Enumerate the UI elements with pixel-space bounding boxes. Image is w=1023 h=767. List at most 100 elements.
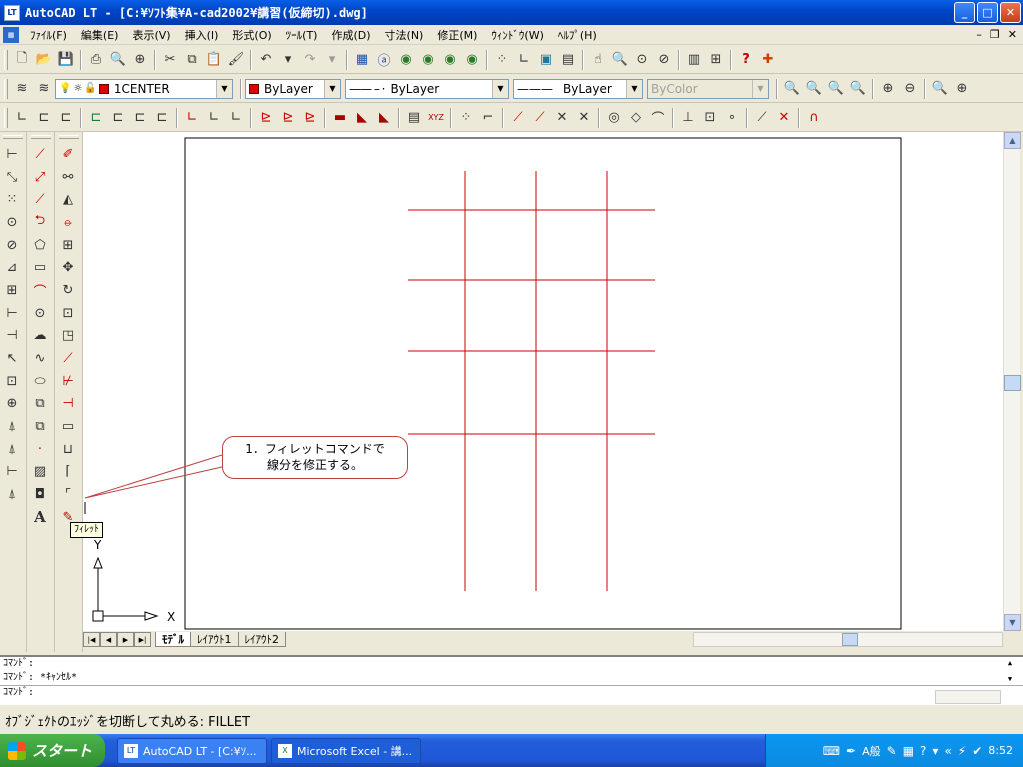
polygon-shape-icon[interactable]: ⬠ [28,234,52,257]
security-icon[interactable]: ✔ [972,744,982,758]
diameter-dimension-icon[interactable]: ⊘ [0,234,24,257]
leader-icon[interactable]: ↖ [0,347,24,370]
fillet-icon[interactable]: ⌜ [56,483,80,506]
menu-dimension[interactable]: 寸法(N) [378,27,431,43]
arc-icon[interactable]: ⌒ [28,279,52,302]
snap-tracking-icon[interactable]: ⌐ [477,107,499,129]
zoom-in-icon[interactable]: ⊕ [877,78,899,100]
snap-intersection-icon[interactable]: ✕ [551,107,573,129]
baseline-dimension-icon[interactable]: ⊢ [0,302,24,325]
web-icon-2[interactable]: ◉ [417,49,439,71]
ucs-view-icon[interactable]: ⊏ [107,107,129,129]
menu-insert[interactable]: 挿入(I) [178,27,226,43]
help-icon[interactable]: ? [735,49,757,71]
ordinate-dimension-icon[interactable]: ⁙ [0,188,24,211]
command-input-line[interactable]: ｺﾏﾝﾄﾞ: [0,685,1023,699]
tolerance-icon[interactable]: ⊡ [0,370,24,393]
zoom-previous-icon[interactable]: ⊘ [653,49,675,71]
cut-icon[interactable]: ✂ [159,49,181,71]
copy-icon[interactable]: ⧉ [181,49,203,71]
construction-line-icon[interactable]: ⤢ [28,166,52,189]
snap-insert-icon[interactable]: ⊡ [699,107,721,129]
ime-menu-icon[interactable]: ▾ [932,744,938,758]
snap-mid-icon[interactable]: ⟋ [529,107,551,129]
horizontal-scrollbar[interactable] [693,632,1003,647]
ucs-rotate-z-icon[interactable]: ⊵ [299,107,321,129]
multiline-text-icon[interactable]: A [28,506,52,529]
snap-settings-icon[interactable]: ∩ [803,107,825,129]
list-icon[interactable]: ▤ [403,107,425,129]
insert-block-icon[interactable]: ⧉ [28,393,52,416]
undo-dropdown-icon[interactable]: ▾ [277,49,299,71]
aerial-view-icon[interactable]: ▥ [683,49,705,71]
rectangle-icon[interactable]: ▭ [28,256,52,279]
menu-tools[interactable]: ﾂｰﾙ(T) [279,27,325,43]
mirror-icon[interactable]: ◭ [56,188,80,211]
network-icon[interactable]: ⚡ [958,744,966,758]
tool-palette-icon[interactable]: ▤ [557,49,579,71]
spline-icon[interactable]: ∿ [28,347,52,370]
toolbar-grip[interactable] [4,49,8,70]
menu-edit[interactable]: 編集(E) [74,27,126,43]
move-icon[interactable]: ✥ [56,256,80,279]
taskbar-item-autocad[interactable]: LT AutoCAD LT - [C:¥ｿ... [117,737,267,764]
doc-minimize-button[interactable]: – [976,28,982,41]
ime-mode[interactable]: A般 [862,743,881,759]
snap-apparent-intersection-icon[interactable]: ✕ [573,107,595,129]
rotate-icon[interactable]: ↻ [56,279,80,302]
ucs-y-icon[interactable]: ∟ [203,107,225,129]
open-file-icon[interactable]: 📂 [33,49,55,71]
menu-view[interactable]: 表示(V) [125,27,177,43]
start-button[interactable]: スタート [0,734,105,767]
undo-icon[interactable]: ↶ [255,49,277,71]
dimension-edit-icon[interactable]: ⍋ [0,415,24,438]
ucs-world-icon[interactable]: ∟ [11,107,33,129]
chamfer-icon[interactable]: ⌈ [56,461,80,484]
chevron-down-icon[interactable]: ▼ [324,79,340,98]
layer-manager-icon[interactable]: ≋ [11,78,33,100]
region-icon[interactable]: ◘ [28,483,52,506]
snap-center-icon[interactable]: ◎ [603,107,625,129]
close-button[interactable]: ✕ [1000,2,1021,23]
ime-pad-icon[interactable]: ✒ [846,744,856,758]
redo-icon[interactable]: ↷ [299,49,321,71]
snap-none-icon[interactable]: ✕ [773,107,795,129]
aligned-dimension-icon[interactable]: ⤡ [0,166,24,189]
minimize-button[interactable]: _ [954,2,975,23]
make-block-icon[interactable]: ⧉ [28,415,52,438]
web-icon-4[interactable]: ◉ [461,49,483,71]
ucs-object-icon[interactable]: ⊏ [55,107,77,129]
ucs-3point-icon[interactable]: ⊏ [151,107,173,129]
vertical-scrollbar[interactable]: ▲ ▼ [1003,132,1021,631]
hyperlink-icon[interactable]: ⓐ [373,49,395,71]
snap-perpendicular-icon[interactable]: ⊥ [677,107,699,129]
document-icon[interactable]: ▦ [3,26,19,43]
pan-realtime-icon[interactable]: ☝ [587,49,609,71]
arc-dim-icon[interactable]: ◣ [373,107,395,129]
today-icon[interactable]: ✚ [757,49,779,71]
scroll-up-icon[interactable]: ▲ [1003,659,1017,667]
aligned-dim-icon[interactable]: ◣ [351,107,373,129]
snap-midpoint-icon[interactable]: ⟋ [507,107,529,129]
scale-icon[interactable]: ⊡ [56,302,80,325]
command-window[interactable]: ｺﾏﾝﾄﾞ: ｺﾏﾝﾄﾞ: *ｷｬﾝｾﾙ* ｺﾏﾝﾄﾞ: ▲ ▼ [0,655,1023,705]
design-center-icon[interactable]: ▦ [351,49,373,71]
command-horizontal-scrollbar[interactable] [935,690,1001,704]
trim-icon[interactable]: ⊬ [56,370,80,393]
menu-draw[interactable]: 作成(D) [324,27,377,43]
linear-dim-icon[interactable]: ▬ [329,107,351,129]
zoom-scale-icon[interactable]: 🔍 [847,78,869,100]
menu-modify[interactable]: 修正(M) [430,27,484,43]
extend-icon[interactable]: ⊣ [56,393,80,416]
array-icon[interactable]: ⊞ [56,234,80,257]
object-snap-icon[interactable]: ⁘ [491,49,513,71]
toolbar-grip[interactable] [4,78,8,99]
polygon-icon[interactable]: ⮌ [28,211,52,234]
angular-dimension-icon[interactable]: ⊿ [0,256,24,279]
zoom-out-icon[interactable]: ⊖ [899,78,921,100]
xyz-id-icon[interactable]: XYZ [425,107,447,129]
continue-dimension-icon[interactable]: ⊣ [0,325,24,348]
color-combo[interactable]: ByLayer ▼ [245,78,341,99]
revision-cloud-icon[interactable]: ☁ [28,325,52,348]
command-scrollbar[interactable]: ▲ ▼ [1003,659,1017,689]
